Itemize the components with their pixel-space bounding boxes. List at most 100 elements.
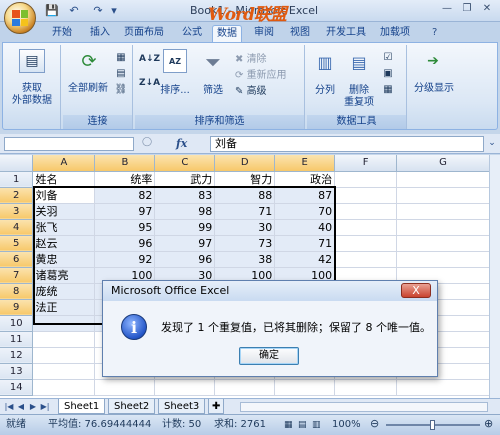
cell[interactable]: 关羽 — [32, 203, 96, 220]
cell[interactable]: 71 — [214, 203, 276, 220]
cell[interactable] — [396, 171, 490, 188]
cell[interactable] — [32, 315, 96, 332]
cell[interactable]: 97 — [154, 235, 216, 252]
formula-input[interactable]: 刘备 — [210, 136, 484, 152]
zoom-level[interactable]: 100% — [332, 418, 361, 432]
column-header[interactable]: G — [396, 155, 490, 172]
help-icon[interactable]: ? — [428, 25, 441, 42]
cell[interactable]: 30 — [214, 219, 276, 236]
row-header[interactable]: 3 — [0, 203, 34, 220]
tab-addins[interactable]: 加载项 — [376, 25, 414, 42]
select-all-corner[interactable] — [0, 155, 34, 172]
insert-sheet-icon[interactable]: ✚ — [208, 399, 225, 414]
column-header[interactable]: A — [32, 155, 96, 172]
tab-insert[interactable]: 插入 — [86, 25, 114, 42]
cell[interactable]: 71 — [274, 235, 336, 252]
row-header[interactable]: 9 — [0, 299, 34, 316]
undo-icon[interactable]: ↶ — [66, 3, 82, 19]
row-header[interactable]: 14 — [0, 379, 34, 396]
expand-formula-icon[interactable]: ⌄ — [486, 138, 498, 151]
save-icon[interactable]: 💾 — [44, 3, 60, 19]
remove-duplicates-button[interactable]: 删除 重复项 — [341, 85, 377, 109]
sheet-tab-2[interactable]: Sheet2 — [108, 399, 156, 414]
clear-filter-button[interactable]: ✖ 清除 — [235, 53, 267, 66]
column-header[interactable]: C — [154, 155, 216, 172]
cell[interactable]: 83 — [154, 187, 216, 204]
cell[interactable]: 庞统 — [32, 283, 96, 300]
row-header[interactable]: 11 — [0, 331, 34, 348]
zoom-slider[interactable] — [386, 420, 480, 430]
cell[interactable]: 97 — [94, 203, 156, 220]
row-header[interactable]: 7 — [0, 267, 34, 284]
cell[interactable] — [396, 251, 490, 268]
cell[interactable] — [396, 235, 490, 252]
minimize-button[interactable]: — — [438, 2, 456, 16]
tab-developer[interactable]: 开发工具 — [322, 25, 370, 42]
cell[interactable]: 99 — [154, 219, 216, 236]
cell[interactable]: 法正 — [32, 299, 96, 316]
name-box[interactable] — [4, 137, 134, 151]
cell[interactable] — [32, 331, 96, 348]
ok-button[interactable]: 确定 — [239, 347, 299, 365]
cell[interactable]: 88 — [214, 187, 276, 204]
tab-page-layout[interactable]: 页面布局 — [120, 25, 168, 42]
row-header[interactable]: 6 — [0, 251, 34, 268]
text-to-columns-button[interactable]: 分列 — [307, 85, 343, 97]
row-header[interactable]: 2 — [0, 187, 34, 204]
sort-button[interactable]: 排序... — [157, 85, 193, 97]
cell[interactable]: 73 — [214, 235, 276, 252]
tab-data[interactable]: 数据 — [212, 25, 242, 42]
tab-home[interactable]: 开始 — [48, 25, 76, 42]
cell[interactable] — [334, 187, 398, 204]
row-header[interactable]: 12 — [0, 347, 34, 364]
last-sheet-icon[interactable]: ▶| — [40, 400, 50, 413]
cell[interactable]: 诸葛亮 — [32, 267, 96, 284]
cell[interactable]: 92 — [94, 251, 156, 268]
cell[interactable]: 刘备 — [32, 187, 96, 204]
row-header[interactable]: 4 — [0, 219, 34, 236]
cell[interactable]: 赵云 — [32, 235, 96, 252]
cell[interactable]: 96 — [154, 251, 216, 268]
page-layout-view-icon[interactable]: ▤ — [298, 418, 307, 432]
sheet-tab-3[interactable]: Sheet3 — [158, 399, 206, 414]
page-break-view-icon[interactable]: ▥ — [312, 418, 321, 432]
cell[interactable]: 98 — [154, 203, 216, 220]
cell[interactable] — [214, 379, 276, 396]
row-header[interactable]: 8 — [0, 283, 34, 300]
connections-icon[interactable]: ▦ — [115, 51, 127, 63]
cell[interactable] — [334, 235, 398, 252]
cell[interactable]: 95 — [94, 219, 156, 236]
cell[interactable] — [334, 251, 398, 268]
cell[interactable]: 政治 — [274, 171, 336, 188]
cell[interactable] — [396, 187, 490, 204]
row-header[interactable]: 1 — [0, 171, 34, 188]
horizontal-scrollbar[interactable] — [240, 402, 488, 412]
zoom-out-icon[interactable]: ⊖ — [370, 417, 379, 431]
next-sheet-icon[interactable]: ▶ — [28, 400, 38, 413]
normal-view-icon[interactable]: ▦ — [284, 418, 293, 432]
tab-formulas[interactable]: 公式 — [178, 25, 206, 42]
properties-icon[interactable]: ▤ — [115, 67, 127, 79]
outline-button[interactable]: 分级显示 — [409, 83, 459, 95]
restore-button[interactable]: ❐ — [458, 2, 476, 16]
filter-button[interactable]: 筛选 — [197, 85, 229, 97]
cell[interactable]: 42 — [274, 251, 336, 268]
reapply-button[interactable]: ⟳ 重新应用 — [235, 69, 287, 82]
insert-function-icon[interactable]: fx — [176, 137, 187, 150]
row-header[interactable]: 13 — [0, 363, 34, 380]
cell[interactable] — [396, 203, 490, 220]
cell[interactable]: 姓名 — [32, 171, 96, 188]
cell[interactable] — [154, 379, 216, 396]
row-header[interactable]: 5 — [0, 235, 34, 252]
cell[interactable] — [32, 379, 96, 396]
column-header[interactable]: D — [214, 155, 276, 172]
redo-icon[interactable]: ↷ — [90, 3, 106, 19]
consolidate-icon[interactable]: ▣ — [381, 67, 395, 79]
get-external-data-button[interactable]: 获取 外部数据 — [3, 83, 61, 107]
close-window-button[interactable]: ✕ — [478, 2, 496, 16]
cell[interactable] — [396, 219, 490, 236]
cell[interactable] — [334, 171, 398, 188]
zoom-in-icon[interactable]: ⊕ — [484, 417, 493, 431]
dialog-close-button[interactable]: X — [401, 283, 431, 298]
cell[interactable] — [396, 379, 490, 396]
